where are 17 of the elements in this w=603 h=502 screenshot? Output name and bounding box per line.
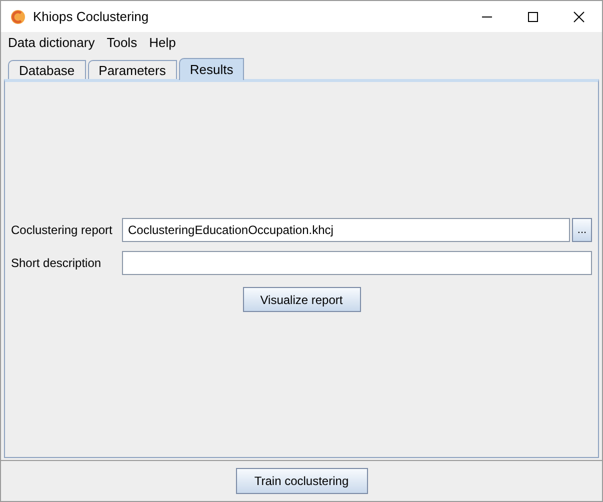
visualize-report-button[interactable]: Visualize report <box>242 287 360 312</box>
tab[interactable]: Database <box>8 60 86 80</box>
tab[interactable]: Parameters <box>88 60 177 80</box>
maximize-icon <box>527 10 539 22</box>
menu-item[interactable]: Tools <box>106 32 138 52</box>
menu-item[interactable]: Data dictionary <box>8 32 95 52</box>
tab[interactable]: Results <box>178 58 244 80</box>
close-icon <box>573 10 585 22</box>
text-field[interactable] <box>122 251 592 275</box>
menu-item[interactable]: Help <box>149 32 176 52</box>
window-title: Khiops Coclustering <box>33 8 149 26</box>
field-label: Short description <box>11 255 102 272</box>
browse-button[interactable]: ... <box>572 218 592 242</box>
field-label: Coclustering report <box>11 222 114 239</box>
text-field[interactable]: CoclusteringEducationOccupation.khcj <box>122 218 570 242</box>
app-logo-icon <box>10 8 26 24</box>
train-coclustering-button[interactable]: Train coclustering <box>236 468 368 494</box>
